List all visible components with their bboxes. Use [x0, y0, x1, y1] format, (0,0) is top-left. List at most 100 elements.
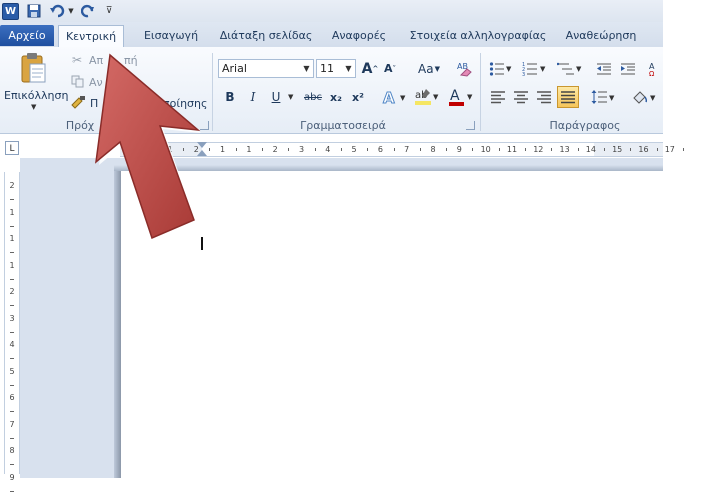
- change-case-dropdown-icon: ▼: [434, 64, 440, 73]
- shading-icon[interactable]: ▼: [630, 88, 660, 106]
- change-case-button[interactable]: Aa ▼: [414, 59, 444, 78]
- italic-button[interactable]: I: [245, 88, 261, 106]
- text-effects-icon[interactable]: A ▼: [380, 87, 410, 107]
- highlight-icon[interactable]: ab ▼: [412, 87, 442, 107]
- font-color-icon[interactable]: A ▼: [446, 87, 476, 107]
- bold-button[interactable]: B: [222, 88, 238, 106]
- strikethrough-button[interactable]: abc: [302, 88, 324, 106]
- ruler-tick: [10, 384, 14, 386]
- ruler-number: 1: [220, 145, 226, 154]
- horizontal-ruler[interactable]: 1 2 1 1 2 3 4 5 6 7 8 9 10 11 12 13 14 15 16 17: [120, 142, 684, 157]
- font-name-dropdown-icon[interactable]: ▼: [300, 60, 313, 77]
- ruler-tick: [10, 331, 14, 333]
- undo-dropdown-icon[interactable]: ▼: [67, 2, 75, 19]
- scissors-icon[interactable]: ✂: [70, 53, 84, 67]
- indent-marker-icon[interactable]: [197, 142, 207, 148]
- ruler-tick: [498, 148, 500, 151]
- ruler-tick: [551, 148, 553, 151]
- line-spacing-icon[interactable]: ▼: [590, 88, 618, 106]
- ruler-number: 6: [377, 145, 383, 154]
- redo-icon[interactable]: [80, 2, 96, 19]
- ruler-number: 4: [325, 145, 331, 154]
- increase-indent-icon[interactable]: [619, 59, 637, 78]
- font-size-combo[interactable]: 11 ▼: [316, 59, 356, 78]
- tab-review[interactable]: Αναθεώρηση: [561, 25, 641, 46]
- ruler-number: 1: [9, 260, 15, 270]
- ruler-tick: [235, 148, 237, 151]
- copy-label-partial: Αν: [89, 76, 103, 89]
- bullets-icon[interactable]: ▼: [488, 59, 514, 78]
- vertical-ruler[interactable]: 2 1 1 1 2 3 4 5 6 7 8 9: [4, 172, 20, 492]
- numbering-icon[interactable]: 1 2 3 ▼: [521, 59, 549, 78]
- tab-page-layout[interactable]: Διάταξη σελίδας: [213, 25, 319, 46]
- svg-text:▼: ▼: [400, 94, 406, 102]
- paste-icon[interactable]: [18, 51, 48, 85]
- paste-button[interactable]: Επικόλληση: [4, 89, 68, 102]
- tab-references[interactable]: Αναφορές: [326, 25, 392, 46]
- font-size-dropdown-icon[interactable]: ▼: [342, 60, 355, 77]
- word-app-icon[interactable]: W: [2, 3, 19, 20]
- ruler-number: 2: [9, 287, 15, 296]
- paste-dropdown-icon[interactable]: ▼: [31, 103, 36, 111]
- ruler-number: 5: [9, 366, 15, 376]
- tab-home[interactable]: Κεντρική: [58, 25, 124, 48]
- svg-text:3: 3: [522, 72, 525, 77]
- superscript-button[interactable]: x²: [349, 88, 367, 106]
- copy-icon[interactable]: [70, 74, 84, 88]
- underline-button[interactable]: U: [268, 88, 284, 106]
- tab-file[interactable]: Αρχείο: [0, 25, 54, 46]
- ruler-number: 6: [9, 393, 15, 402]
- ruler-number: 13: [559, 145, 570, 154]
- customize-icon[interactable]: ⊽: [104, 2, 114, 19]
- ruler-number: 17: [664, 145, 675, 154]
- ruler-tick: [10, 411, 14, 413]
- tab-insert[interactable]: Εισαγωγή: [138, 25, 204, 46]
- clipboard-launcher-icon[interactable]: [200, 121, 209, 130]
- font-launcher-icon[interactable]: [466, 121, 475, 130]
- ruler-number: 3: [298, 145, 305, 154]
- grow-font-button[interactable]: A ^: [361, 59, 379, 78]
- multilevel-list-icon[interactable]: ▼: [556, 59, 584, 78]
- ruler-number: 12: [533, 145, 544, 154]
- format-painter-label-partial: Π: [90, 97, 99, 110]
- decrease-indent-icon[interactable]: [595, 59, 613, 78]
- cut-label-partial: Απ: [89, 54, 104, 67]
- svg-text:A: A: [450, 88, 460, 104]
- grow-font-label: A: [361, 60, 373, 77]
- align-center-icon[interactable]: [511, 88, 531, 106]
- shrink-font-button[interactable]: Aˇ: [381, 59, 399, 78]
- justify-icon[interactable]: [557, 86, 579, 108]
- shrink-font-caret-icon: ˇ: [392, 64, 397, 73]
- ruler-number: 9: [456, 145, 462, 154]
- align-right-icon[interactable]: [534, 88, 554, 106]
- paragraph-group-label: Παράγραφος: [549, 119, 621, 132]
- page-left-shadow: [114, 171, 121, 478]
- ruler-tick: [288, 148, 290, 151]
- font-name-combo[interactable]: Arial ▼: [218, 59, 314, 78]
- ruler-tick: [314, 148, 316, 151]
- save-icon[interactable]: [26, 2, 42, 19]
- format-painter-icon[interactable]: [70, 95, 86, 109]
- ruler-number: 14: [585, 145, 596, 154]
- ruler-tick: [472, 148, 474, 151]
- tab-selector-button[interactable]: L: [5, 141, 19, 155]
- ruler-tick: [209, 148, 211, 151]
- ruler-number: 15: [612, 145, 623, 154]
- sort-icon[interactable]: AΩ: [648, 59, 663, 78]
- tab-mailings[interactable]: Στοιχεία αλληλογραφίας: [403, 25, 553, 46]
- ribbon-home: Επικόλληση ▼ ✂ Απ πή Αν Π ποίησης Πρόχ A…: [0, 47, 663, 134]
- svg-text:▼: ▼: [506, 65, 512, 73]
- undo-icon[interactable]: [48, 2, 66, 19]
- quick-access-toolbar: W ▼ ⊽: [0, 0, 663, 22]
- ruler-number: 7: [404, 145, 410, 154]
- shrink-font-label: A: [383, 62, 393, 75]
- clear-formatting-icon[interactable]: AB: [455, 58, 475, 78]
- ruler-tick: [10, 437, 14, 439]
- document-page[interactable]: [121, 171, 663, 478]
- hanging-indent-marker-icon[interactable]: [197, 150, 207, 156]
- underline-dropdown-icon[interactable]: ▼: [288, 93, 293, 101]
- subscript-button[interactable]: x₂: [327, 88, 345, 106]
- group-separator: [480, 53, 481, 131]
- ruler-tick: [525, 148, 527, 151]
- align-left-icon[interactable]: [488, 88, 508, 106]
